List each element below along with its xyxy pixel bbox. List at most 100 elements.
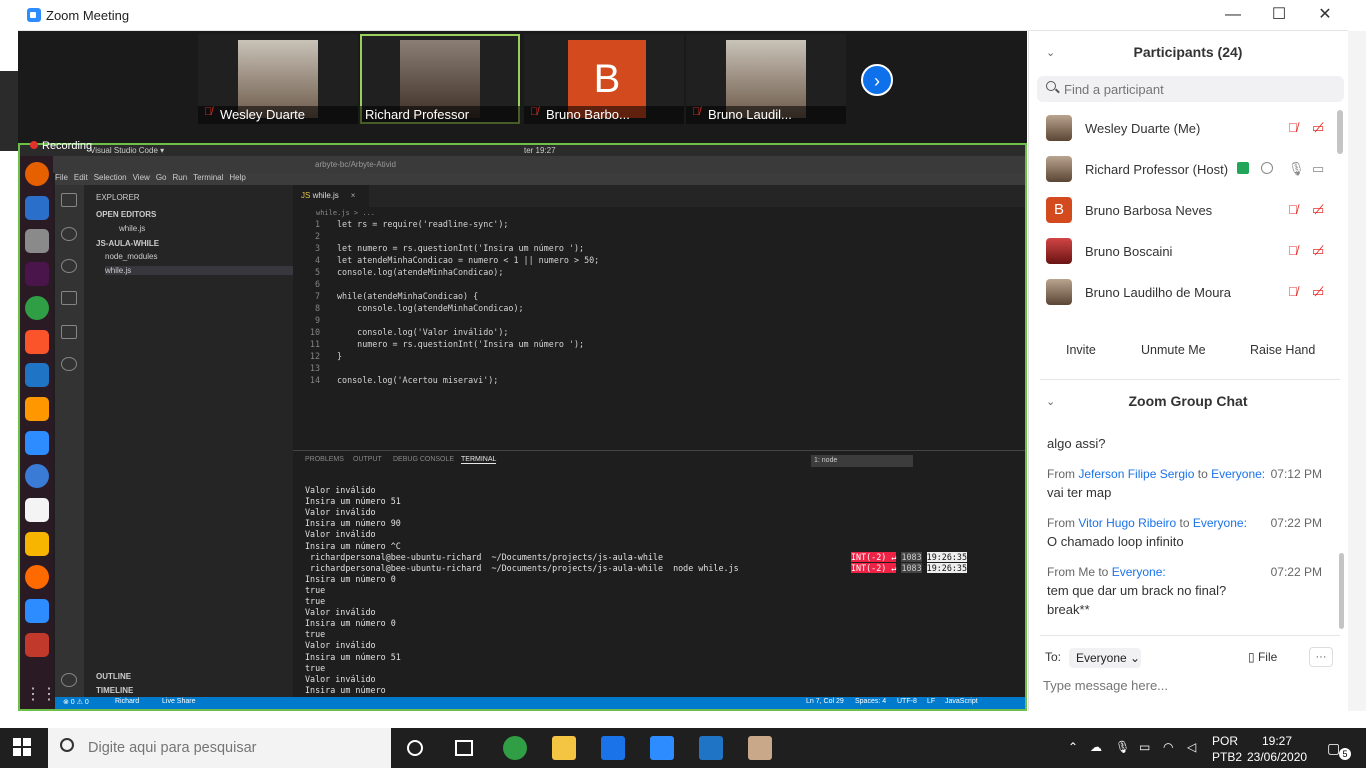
onedrive-icon[interactable]: ☁	[1090, 740, 1102, 754]
menu-view[interactable]: View	[133, 173, 150, 182]
brave-icon[interactable]	[25, 330, 49, 354]
participant-row[interactable]: Wesley Duarte (Me) 🎙̸ ▭̸	[1038, 109, 1338, 149]
next-page-arrow-icon[interactable]: ›	[861, 64, 893, 96]
status-eol[interactable]: LF	[927, 698, 935, 705]
status-language[interactable]: JavaScript	[945, 698, 978, 705]
video-off-icon[interactable]: ▭̸	[1312, 202, 1324, 218]
keyboard-layout[interactable]: PTB2	[1212, 750, 1242, 764]
video-tile[interactable]: 🎙̸ Wesley Duarte	[198, 34, 358, 124]
archive-icon[interactable]	[25, 229, 49, 253]
sender-link[interactable]: Vitor Hugo Ribeiro	[1078, 516, 1176, 530]
tab-output[interactable]: OUTPUT	[353, 456, 382, 463]
video-off-icon[interactable]: ▭̸	[1312, 120, 1324, 136]
muted-mic-icon[interactable]: 🎙̸	[1288, 243, 1298, 258]
code-line[interactable]: let numero = rs.questionInt('Insira um n…	[337, 243, 584, 253]
participants-scrollbar[interactable]	[1337, 110, 1343, 154]
status-problems[interactable]: ⊗ 0 ⚠ 0	[63, 698, 89, 706]
recipient-link[interactable]: Everyone:	[1112, 565, 1166, 579]
more-options-button[interactable]: ···	[1309, 647, 1333, 667]
menu-go[interactable]: Go	[156, 173, 167, 182]
menu-run[interactable]: Run	[172, 173, 187, 182]
firefox-icon[interactable]	[25, 162, 49, 186]
video-off-icon[interactable]: ▭̸	[1312, 284, 1324, 300]
volume-icon[interactable]: ◁	[1187, 740, 1196, 754]
muted-mic-icon[interactable]: 🎙̸	[1288, 284, 1298, 299]
chrome-icon[interactable]	[25, 296, 49, 320]
video-tile-active-speaker[interactable]: Richard Professor	[360, 34, 520, 124]
clock-time[interactable]: 19:27	[1262, 734, 1292, 748]
muted-mic-icon[interactable]: 🎙̸	[1288, 202, 1298, 217]
taskbar-search[interactable]	[48, 728, 391, 768]
sender-link[interactable]: Jeferson Filipe Sergio	[1078, 467, 1194, 481]
extensions-icon[interactable]	[61, 325, 77, 339]
recipient-dropdown[interactable]: Everyone ⌄	[1069, 648, 1141, 668]
paint-icon[interactable]	[748, 736, 772, 760]
search-icon[interactable]	[61, 227, 77, 241]
sublime-icon[interactable]	[25, 397, 49, 421]
maximize-button[interactable]: ☐	[1264, 4, 1294, 26]
menu-terminal[interactable]: Terminal	[193, 173, 223, 182]
open-editor-file[interactable]: while.js	[119, 224, 145, 233]
code-line[interactable]: console.log(atendeMinhaCondicao);	[337, 303, 523, 313]
vscode-icon[interactable]	[25, 363, 49, 387]
video-icon[interactable]: ▭	[1312, 161, 1324, 177]
minimize-button[interactable]: —	[1218, 4, 1248, 26]
postman-icon[interactable]	[25, 565, 49, 589]
files-icon[interactable]	[25, 196, 49, 220]
task-view-icon[interactable]	[455, 740, 473, 756]
raise-hand-button[interactable]: Raise Hand	[1250, 343, 1315, 357]
tab-close-icon[interactable]: ×	[351, 191, 356, 200]
taskbar-search-input[interactable]	[88, 738, 378, 758]
video-tile[interactable]: B 🎙̸ Bruno Barbo...	[524, 34, 684, 124]
slack-icon[interactable]	[25, 262, 49, 286]
file-button[interactable]: ▯ File	[1248, 650, 1277, 664]
code-line[interactable]: while(atendeMinhaCondicao) {	[337, 291, 478, 301]
invite-button[interactable]: Invite	[1066, 343, 1096, 357]
battery-icon[interactable]: ▭	[1139, 740, 1150, 754]
status-user[interactable]: Richard	[115, 698, 139, 705]
updater-icon[interactable]	[25, 464, 49, 488]
terminal-icon[interactable]	[25, 633, 49, 657]
recipient-link[interactable]: Everyone:	[1193, 516, 1247, 530]
unmute-me-button[interactable]: Unmute Me	[1141, 343, 1206, 357]
open-editors-header[interactable]: OPEN EDITORS	[96, 210, 156, 219]
menu-edit[interactable]: Edit	[74, 173, 88, 182]
recipient-link[interactable]: Everyone:	[1211, 467, 1265, 481]
status-cursor-position[interactable]: Ln 7, Col 29	[806, 698, 844, 705]
code-line[interactable]: console.log(atendeMinhaCondicao);	[337, 267, 503, 277]
folder-node-modules[interactable]: node_modules	[105, 252, 157, 261]
code-line[interactable]: console.log('Acertou miseravi');	[337, 375, 498, 385]
muted-mic-icon[interactable]: 🎙̸	[1288, 120, 1298, 135]
dbeaver-icon[interactable]	[25, 532, 49, 556]
status-live-share[interactable]: Live Share	[162, 698, 195, 705]
app-icon[interactable]	[25, 498, 49, 522]
clock-date[interactable]: 23/06/2020	[1247, 750, 1307, 764]
participant-search-input[interactable]	[1064, 80, 1334, 98]
zoom-taskbar-icon[interactable]	[650, 736, 674, 760]
participant-row[interactable]: Bruno Laudilho de Moura 🎙̸ ▭̸	[1038, 273, 1338, 313]
editor-tab-while-js[interactable]: JS while.js ×	[293, 185, 369, 207]
vscode-taskbar-icon[interactable]	[699, 736, 723, 760]
chrome-taskbar-icon[interactable]	[503, 736, 527, 760]
microphone-icon[interactable]: 🎙	[1115, 740, 1130, 754]
chat-scrollbar[interactable]	[1339, 553, 1344, 629]
language-code[interactable]: POR	[1212, 734, 1238, 748]
app-grid-icon[interactable]: ⋮⋮	[25, 683, 57, 707]
participant-row[interactable]: Richard Professor (Host) 🎙 ▭	[1038, 150, 1338, 190]
participant-row[interactable]: Bruno Boscaini 🎙̸ ▭̸	[1038, 232, 1338, 272]
terminal-select[interactable]: 1: node	[811, 455, 913, 467]
code-line[interactable]: let rs = require('readline-sync');	[337, 219, 508, 229]
code-line[interactable]: let atendeMinhaCondicao = numero < 1 || …	[337, 255, 599, 265]
cortana-icon[interactable]	[407, 740, 423, 756]
code-line[interactable]: numero = rs.questionInt('Insira um númer…	[337, 339, 584, 349]
windows-start-icon[interactable]	[13, 738, 31, 756]
outline-section[interactable]: OUTLINE	[96, 672, 131, 681]
video-tile[interactable]: 🎙̸ Bruno Laudil...	[686, 34, 846, 124]
menu-file[interactable]: File	[55, 173, 68, 182]
live-share-icon[interactable]	[61, 357, 77, 371]
menu-help[interactable]: Help	[229, 173, 245, 182]
tab-problems[interactable]: PROBLEMS	[305, 456, 344, 463]
chat-message-input[interactable]	[1043, 675, 1333, 695]
mic-icon[interactable]: 🎙	[1288, 161, 1305, 177]
mail-icon[interactable]	[601, 736, 625, 760]
